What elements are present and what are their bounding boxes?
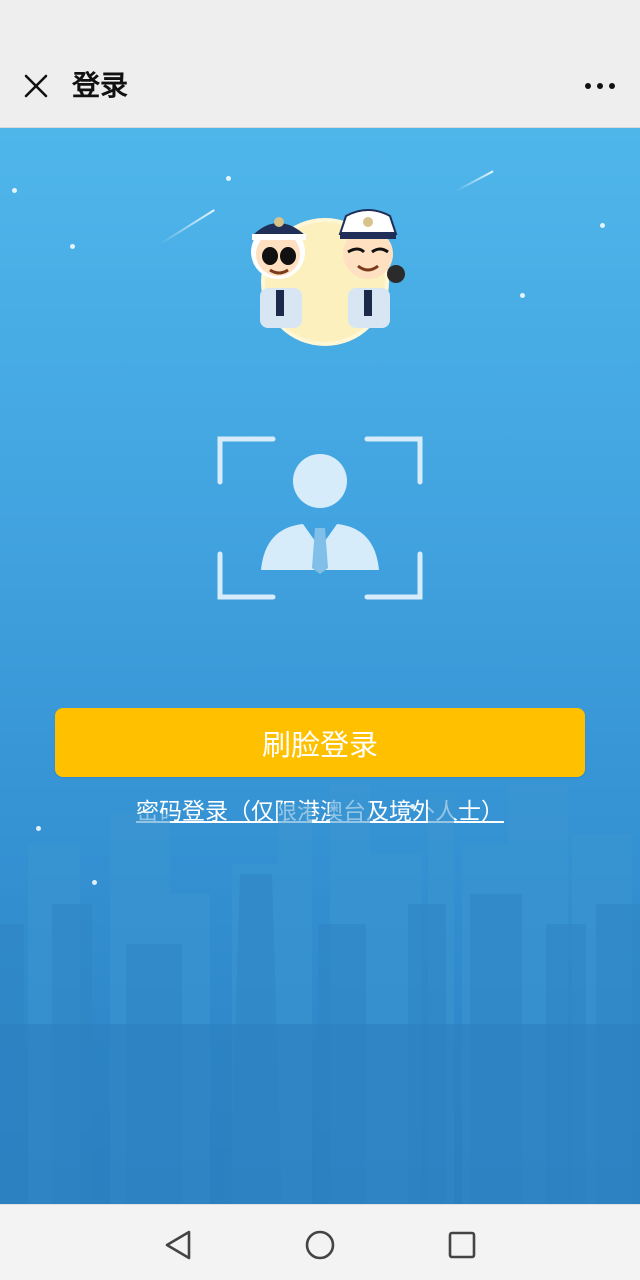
- page-title: 登录: [72, 69, 129, 102]
- meteor-decoration: [455, 170, 494, 192]
- meteor-decoration: [159, 209, 215, 245]
- star-decoration: [600, 223, 605, 228]
- city-skyline-decoration: [0, 784, 640, 1204]
- home-button[interactable]: [300, 1225, 340, 1265]
- status-bar-area: [0, 0, 640, 50]
- home-circle-icon: [305, 1230, 335, 1260]
- star-decoration: [12, 188, 17, 193]
- star-decoration: [70, 244, 75, 249]
- more-icon: [585, 83, 591, 89]
- more-icon-dot: [597, 83, 603, 89]
- login-panel: 刷脸登录 密码登录（仅限港澳台及境外人士）: [0, 128, 640, 1204]
- face-login-button[interactable]: 刷脸登录: [55, 708, 585, 777]
- star-decoration: [520, 293, 525, 298]
- face-login-label: 刷脸登录: [261, 727, 378, 762]
- recents-square-icon: [448, 1231, 476, 1259]
- close-icon: [24, 74, 48, 98]
- more-button[interactable]: [576, 68, 624, 104]
- title-bar: 登录: [0, 50, 640, 128]
- recents-button[interactable]: [442, 1225, 482, 1265]
- more-icon-dot: [609, 83, 615, 89]
- face-frame-icon: [217, 436, 423, 600]
- star-decoration: [226, 176, 231, 181]
- back-button[interactable]: [158, 1225, 198, 1265]
- police-mascot-avatar: [251, 209, 405, 346]
- system-nav-bar: [0, 1204, 640, 1280]
- close-button[interactable]: [16, 66, 56, 106]
- back-triangle-icon: [165, 1230, 191, 1260]
